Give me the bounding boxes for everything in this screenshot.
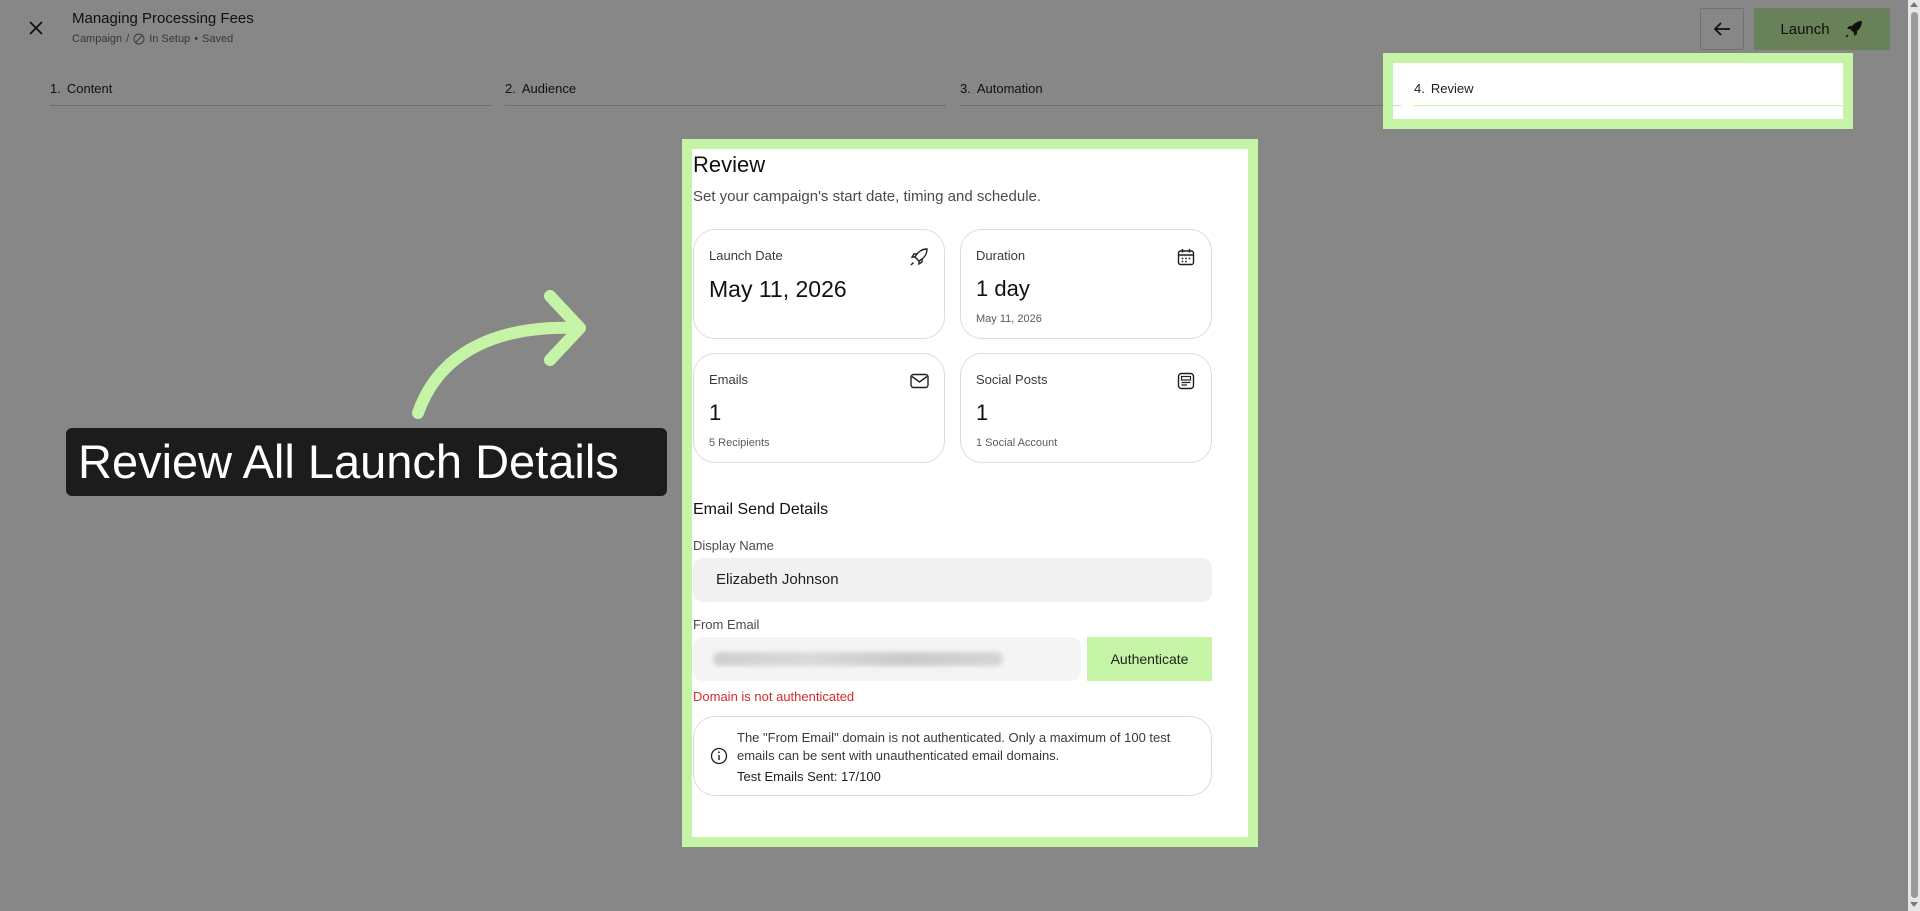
scrollbar-thumb[interactable] bbox=[1911, 12, 1918, 898]
highlight-review-step bbox=[1383, 53, 1853, 129]
overlay-dim bbox=[682, 129, 1258, 139]
overlay-dim bbox=[682, 847, 1258, 911]
overlay-dim bbox=[1258, 129, 1908, 911]
overlay-dim bbox=[0, 129, 682, 911]
scroll-down-arrow-icon[interactable] bbox=[1910, 902, 1918, 907]
overlay-dim bbox=[0, 53, 1383, 129]
annotation-arrow bbox=[412, 290, 586, 419]
campaign-app: Managing Processing Fees Campaign / In S… bbox=[0, 0, 1920, 911]
overlay-dim bbox=[0, 0, 1908, 53]
overlay-dim bbox=[1853, 53, 1908, 129]
highlight-review-panel bbox=[682, 139, 1258, 847]
annotation-callout: Review All Launch Details bbox=[66, 428, 667, 496]
scroll-up-arrow-icon[interactable] bbox=[1910, 2, 1918, 7]
